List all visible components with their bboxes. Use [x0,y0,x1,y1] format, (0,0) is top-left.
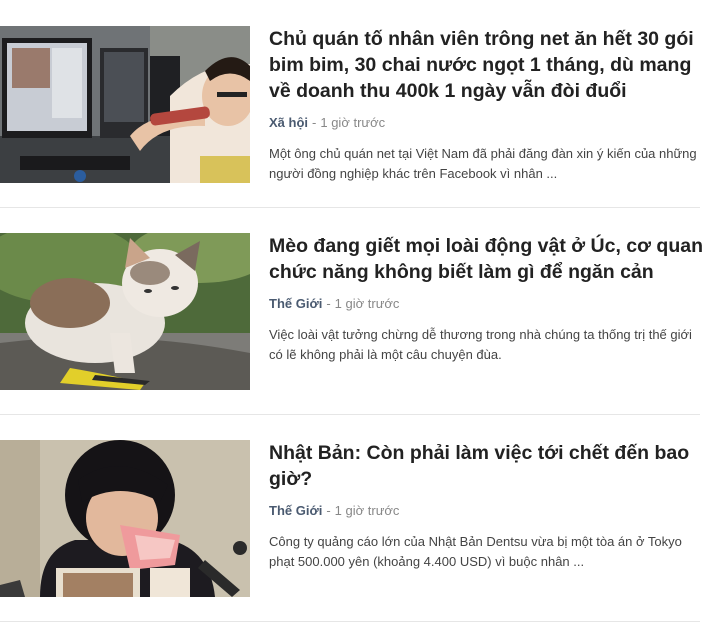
news-feed: Chủ quán tố nhân viên trông net ăn hết 3… [0,0,720,627]
meta-separator: - [326,296,331,311]
article-time: 1 giờ trước [320,115,386,130]
article-title[interactable]: Nhật Bản: Còn phải làm việc tới chết đến… [269,440,705,492]
divider [0,621,700,622]
article-meta: Xã hội -1 giờ trước [269,114,705,132]
cat-photo [0,233,250,390]
article-meta: Thế Giới -1 giờ trước [269,295,705,313]
article-summary: Một ông chủ quán net tại Việt Nam đã phả… [269,146,697,181]
press-conference-photo [0,440,250,597]
article-time: 1 giờ trước [334,296,400,311]
net-cafe-photo [0,26,250,183]
article-title[interactable]: Chủ quán tố nhân viên trông net ăn hết 3… [269,26,705,104]
article-category[interactable]: Xã hội [269,115,308,130]
article-time: 1 giờ trước [334,503,400,518]
article-category[interactable]: Thế Giới [269,503,322,518]
divider [0,207,700,208]
article-thumbnail-net-cafe[interactable] [0,26,250,183]
meta-separator: - [326,503,331,518]
article-summary: Việc loài vật tưởng chừng dễ thương tron… [269,327,692,362]
article-title[interactable]: Mèo đang giết mọi loài động vật ở Úc, cơ… [269,233,705,285]
article-category[interactable]: Thế Giới [269,296,322,311]
meta-separator: - [312,115,317,130]
article-thumbnail-cat[interactable] [0,233,250,390]
article-meta: Thế Giới -1 giờ trước [269,502,705,520]
article-summary: Công ty quảng cáo lớn của Nhật Bản Dents… [269,534,682,569]
article-thumbnail-japan[interactable] [0,440,250,597]
divider [0,414,700,415]
